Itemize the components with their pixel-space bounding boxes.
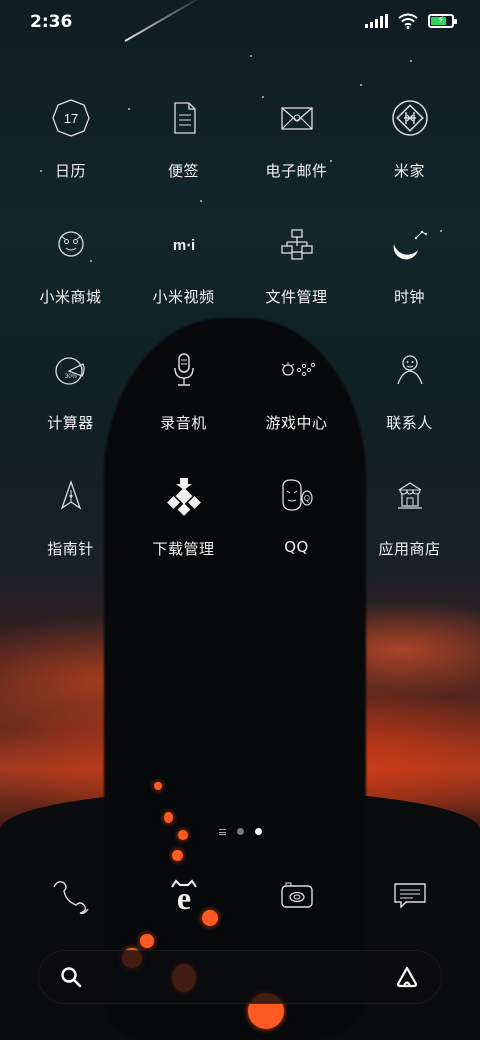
app-mijia[interactable]: 米家 [353, 86, 466, 212]
calculator-icon: 30% [43, 342, 99, 398]
contacts-icon [382, 342, 438, 398]
battery-charging-icon: ⚡ [428, 14, 457, 28]
svg-text:30%: 30% [65, 374, 78, 380]
app-calendar[interactable]: 17 日历 [14, 86, 127, 212]
app-mi-video[interactable]: m⋅i 小米视频 [127, 212, 240, 338]
qq-icon: Q [269, 468, 325, 524]
mijia-icon [382, 90, 438, 146]
app-label: 游戏中心 [265, 414, 328, 432]
petal [140, 934, 154, 948]
status-icons: ⚡ [365, 13, 457, 29]
mi-video-icon: m⋅i [156, 216, 212, 272]
dock: e [14, 866, 466, 926]
app-recorder[interactable]: 录音机 [127, 338, 240, 464]
email-icon [269, 90, 325, 146]
dock-messages[interactable] [353, 866, 466, 926]
browser-icon: e [170, 879, 197, 916]
page-indicator[interactable] [0, 828, 480, 835]
svg-text:Q: Q [303, 494, 309, 503]
app-label: 计算器 [47, 414, 94, 432]
app-label: 时钟 [393, 288, 425, 306]
signal-icon [365, 14, 388, 28]
petal [154, 782, 162, 790]
dock-browser[interactable]: e [127, 866, 240, 926]
page-dot-1[interactable] [236, 828, 244, 835]
app-label: 便签 [167, 162, 199, 180]
status-time: 2:36 [30, 12, 73, 32]
app-file-manager[interactable]: 文件管理 [240, 212, 353, 338]
file-manager-icon [269, 216, 325, 272]
dock-phone[interactable] [14, 866, 127, 926]
charging-bolt-icon: ⚡ [437, 15, 445, 26]
app-label: 应用商店 [378, 540, 441, 558]
game-center-icon [269, 342, 325, 398]
download-manager-icon [156, 468, 212, 524]
mi-store-icon [43, 216, 99, 272]
dock-camera[interactable] [240, 866, 353, 926]
app-notes[interactable]: 便签 [127, 86, 240, 212]
phone-icon [52, 880, 89, 915]
app-label: 米家 [393, 162, 425, 180]
wifi-icon [398, 13, 418, 29]
app-email[interactable]: 电子邮件 [240, 86, 353, 212]
app-compass[interactable]: 指南针 [14, 464, 127, 590]
calendar-icon: 17 [43, 90, 99, 146]
app-clock[interactable]: 时钟 [353, 212, 466, 338]
search-icon[interactable] [59, 965, 83, 989]
clock-icon [382, 216, 438, 272]
app-label: 录音机 [160, 414, 207, 432]
app-label: 日历 [54, 162, 86, 180]
app-label: 小米商城 [39, 288, 102, 306]
app-download-manager[interactable]: 下载管理 [127, 464, 240, 590]
app-label: 文件管理 [265, 288, 328, 306]
app-app-store[interactable]: 应用商店 [353, 464, 466, 590]
app-label: 指南针 [47, 540, 94, 558]
app-qq[interactable]: Q QQ [240, 464, 353, 590]
app-label: 电子邮件 [265, 162, 328, 180]
compass-icon [43, 468, 99, 524]
recorder-icon [156, 342, 212, 398]
calendar-date: 17 [63, 111, 77, 126]
page-indicator-menu-icon [218, 828, 226, 835]
app-label: QQ [284, 538, 309, 556]
petal [172, 850, 183, 861]
camera-icon [280, 882, 313, 908]
app-label: 小米视频 [152, 288, 215, 306]
page-dot-2-active[interactable] [254, 828, 262, 835]
petal [164, 812, 173, 823]
app-grid: 17 日历 便签 电子邮件 米家 小米商城 m⋅i 小米视频 文件管理 时钟 3… [14, 86, 466, 590]
app-contacts[interactable]: 联系人 [353, 338, 466, 464]
messages-icon [393, 883, 426, 909]
app-game-center[interactable]: 游戏中心 [240, 338, 353, 464]
svg-text:m⋅i: m⋅i [172, 237, 194, 254]
app-label: 联系人 [386, 414, 433, 432]
app-calculator[interactable]: 30% 计算器 [14, 338, 127, 464]
search-bar[interactable] [38, 950, 442, 1004]
status-bar: 2:36 ⚡ [0, 0, 480, 42]
notes-icon [156, 90, 212, 146]
assistant-icon[interactable] [395, 965, 419, 989]
app-label: 下载管理 [152, 540, 215, 558]
app-store-icon [382, 468, 438, 524]
app-mi-store[interactable]: 小米商城 [14, 212, 127, 338]
